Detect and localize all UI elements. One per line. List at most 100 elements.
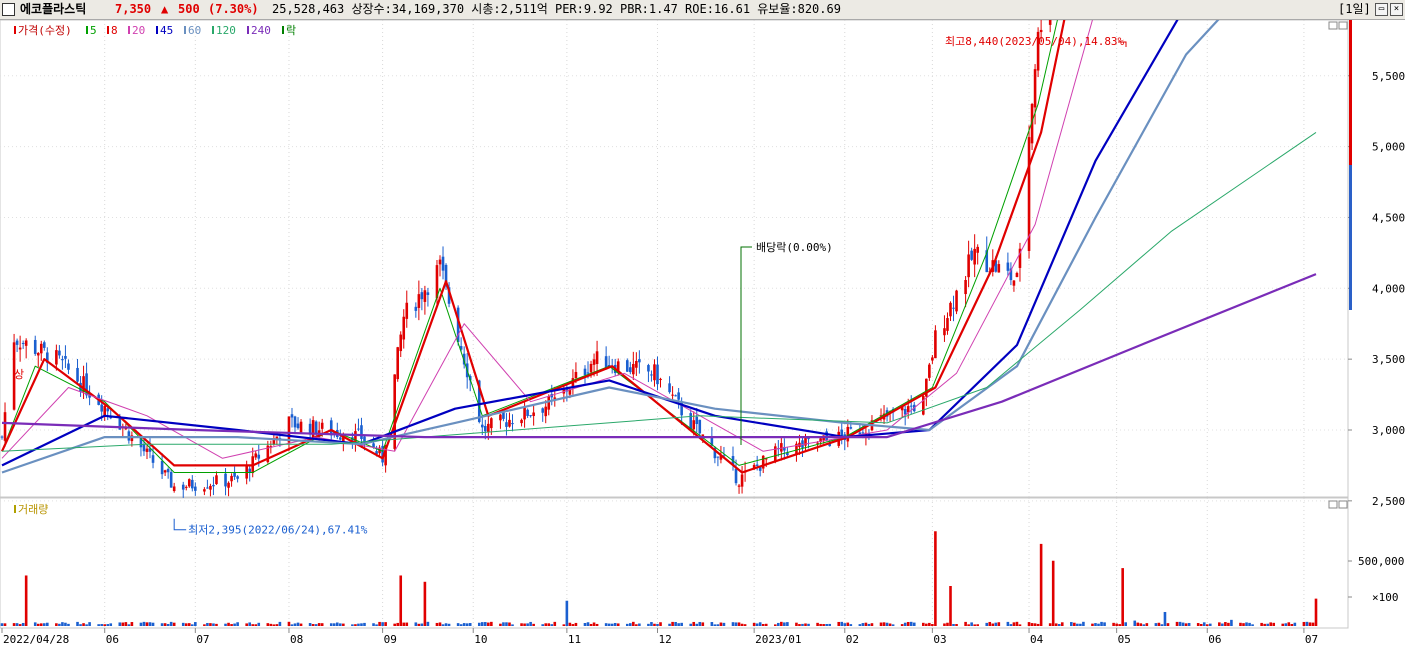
volume-bar	[1091, 623, 1094, 626]
candle-body	[668, 383, 671, 393]
volume-bar	[1112, 622, 1115, 626]
volume-bar	[737, 622, 741, 626]
volume-bar	[952, 624, 955, 626]
volume-bar	[438, 622, 442, 626]
candle-body	[163, 470, 167, 473]
close-icon[interactable]: ×	[1390, 3, 1403, 16]
volume-bar	[731, 622, 735, 626]
volume-bar	[1248, 622, 1251, 626]
volume-bar	[278, 621, 282, 626]
candle-body	[299, 421, 303, 433]
legend-marker-ma	[184, 26, 186, 34]
volume-bar	[233, 623, 236, 626]
volume-bar	[882, 622, 886, 626]
restore-icon[interactable]: ▭	[1375, 3, 1388, 16]
candle-body	[973, 248, 976, 265]
candle-body	[339, 437, 342, 440]
candle-body	[224, 473, 227, 487]
candle-body	[650, 374, 653, 376]
candle-body	[846, 426, 850, 442]
volume-bar	[1094, 623, 1097, 626]
volume-bar	[79, 624, 82, 626]
candle-body	[526, 409, 529, 416]
volume-bar	[230, 624, 233, 626]
volume-bar	[447, 623, 451, 626]
volume-bar	[1073, 622, 1076, 626]
volume-bar	[0, 623, 4, 626]
candle-body	[142, 443, 146, 452]
volume-bar	[1082, 621, 1085, 626]
volume-bar	[1202, 622, 1206, 626]
candle-body	[586, 372, 590, 374]
volume-bar	[480, 622, 484, 626]
candle-body	[100, 404, 103, 412]
volume-bar	[441, 624, 445, 626]
volume-bar	[332, 623, 336, 626]
candle-body	[490, 418, 493, 429]
volume-bar	[462, 623, 466, 626]
volume-bar	[224, 623, 227, 626]
candle-body	[505, 422, 508, 427]
volume-bar	[1205, 624, 1209, 626]
volume-bar	[773, 624, 777, 626]
candle-body	[233, 472, 236, 477]
volume-bar	[417, 623, 421, 626]
high-annotation: 최고8,440(2023/05/04),14.83%	[945, 35, 1125, 48]
volume-bar	[293, 623, 297, 626]
volume-bar	[1103, 622, 1106, 626]
volume-bar	[181, 622, 185, 626]
candle-body	[689, 413, 693, 430]
volume-bar	[786, 622, 789, 626]
volume-bar	[761, 624, 765, 626]
candle-body	[970, 250, 973, 260]
volume-bar	[638, 623, 641, 626]
volume-bar	[849, 624, 853, 626]
volume-bar	[1079, 623, 1082, 626]
candle-body	[67, 363, 70, 370]
volume-bar	[541, 624, 545, 626]
volume-bar	[64, 622, 67, 626]
volume-bar	[764, 623, 768, 626]
candle-body	[922, 395, 925, 415]
volume-bar	[420, 623, 424, 626]
volume-bar	[360, 623, 363, 626]
volume-bar	[635, 624, 638, 626]
period-selector[interactable]: [1일]	[1338, 0, 1371, 19]
volume-bar	[903, 622, 907, 626]
volume-bar	[505, 622, 508, 626]
volume-bar	[604, 623, 608, 626]
volume-bar	[994, 622, 998, 626]
volume-bar	[870, 623, 874, 626]
legend-ma-5: 5	[90, 24, 97, 37]
volume-bar	[1030, 623, 1034, 626]
volume-bar	[354, 624, 357, 626]
volume-bar	[342, 623, 345, 626]
volume-bar	[1118, 624, 1121, 626]
volume-bar	[1057, 624, 1061, 626]
candle-body	[15, 340, 19, 345]
title-bar: 에코플라스틱 7,350 ▲ 500 (7.30%) 25,528,463 상장…	[0, 0, 1405, 20]
candle-body	[420, 292, 424, 300]
candle-body	[33, 339, 37, 354]
legend-ma-120: 120	[216, 24, 236, 37]
volume-bar	[24, 575, 28, 626]
volume-bar	[1115, 623, 1118, 626]
candle-body	[595, 351, 599, 364]
volume-bar	[625, 623, 629, 626]
select-checkbox[interactable]	[2, 3, 15, 16]
volume-bar	[314, 624, 318, 626]
volume-bar	[743, 624, 747, 626]
candle-body	[1006, 262, 1010, 271]
volume-bar	[275, 624, 279, 626]
volume-bar	[203, 624, 206, 626]
volume-bar	[287, 621, 291, 626]
volume-bar	[160, 623, 164, 626]
volume-bar	[1100, 621, 1103, 626]
candle-body	[0, 436, 4, 438]
volume-bar	[12, 623, 16, 626]
candle-body	[360, 425, 363, 439]
candle-body	[61, 359, 64, 361]
volume-bar	[571, 624, 575, 626]
candle-body	[964, 279, 967, 295]
volume-bar	[864, 622, 868, 626]
